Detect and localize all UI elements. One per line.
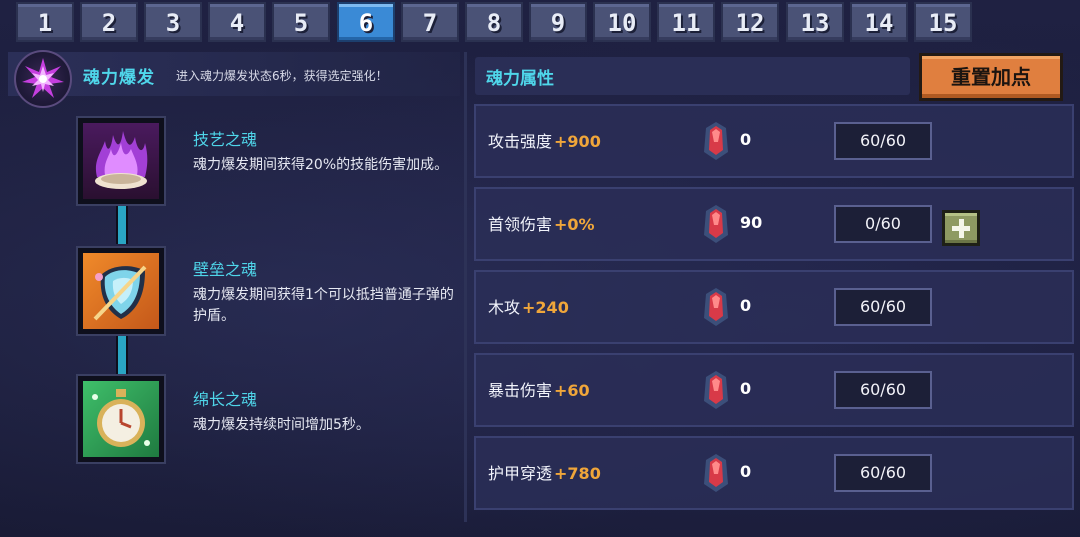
attribute-name: 攻击强度 [488,132,553,151]
attribute-label: 暴击伤害 +60 [488,377,590,401]
tab-12[interactable]: 12 [721,2,779,42]
skill-connector [116,336,128,374]
attribute-level: 60/60 [834,454,932,492]
soul-gem-icon [704,371,728,409]
soul-burst-icon [14,50,72,108]
soul-gem-icon [704,205,728,243]
tab-8[interactable]: 8 [465,2,523,42]
attribute-row: 木攻 +240 0 60/60 [474,270,1074,344]
soul-burst-description: 进入魂力爆发状态6秒，获得选定强化！ [176,69,388,83]
tab-15[interactable]: 15 [914,2,972,42]
attribute-name: 暴击伤害 [488,381,553,400]
tab-5[interactable]: 5 [272,2,330,42]
tab-4[interactable]: 4 [208,2,266,42]
attribute-label: 攻击强度 +900 [488,128,601,152]
attribute-name: 木攻 [488,298,521,317]
attribute-label: 木攻 +240 [488,294,569,318]
attribute-name: 护甲穿透 [488,464,553,483]
skill-name: 技艺之魂 [193,130,258,149]
reset-points-button[interactable]: 重置加点 [919,53,1063,101]
skill-name: 壁垒之魂 [193,260,258,279]
soul-gem-icon [704,122,728,160]
tab-14[interactable]: 14 [850,2,908,42]
attribute-bonus: +780 [554,464,601,483]
panel-divider [464,52,467,522]
tab-1[interactable]: 1 [16,2,74,42]
gem-count: 0 [740,130,752,149]
gem-count: 0 [740,296,752,315]
tab-11[interactable]: 11 [657,2,715,42]
attribute-row: 攻击强度 +900 0 60/60 [474,104,1074,178]
attribute-level: 60/60 [834,122,932,160]
attribute-row: 首领伤害 +0% 90 0/60 [474,187,1074,261]
purple-flame-icon[interactable] [78,118,164,204]
soul-gem-icon [704,454,728,492]
add-point-button[interactable] [942,210,980,246]
attribute-row: 暴击伤害 +60 0 60/60 [474,353,1074,427]
gem-count: 90 [740,213,763,232]
page-tabs: 1 2 3 4 5 6 7 8 9 10 11 12 13 14 15 [0,0,1080,44]
soul-gem-icon [704,288,728,326]
skill-description: 魂力爆发期间获得20%的技能伤害加成。 [193,157,449,173]
gem-count: 0 [740,379,752,398]
tab-3[interactable]: 3 [144,2,202,42]
attribute-label: 首领伤害 +0% [488,211,595,235]
soul-burst-title: 魂力爆发 [83,68,155,88]
skill-description: 魂力爆发持续时间增加5秒。 [193,417,370,433]
skill-name: 绵长之魂 [193,390,258,409]
attributes-title: 魂力属性 [486,69,554,89]
tab-2[interactable]: 2 [80,2,138,42]
shield-icon[interactable] [78,248,164,334]
tab-9[interactable]: 9 [529,2,587,42]
attribute-label: 护甲穿透 +780 [488,460,601,484]
gem-count: 0 [740,462,752,481]
attribute-bonus: +0% [554,215,595,234]
attribute-bonus: +240 [522,298,569,317]
attribute-level: 60/60 [834,371,932,409]
stopwatch-icon[interactable] [78,376,164,462]
skill-description: 魂力爆发期间获得1个可以抵挡普通子弹的护盾。 [193,287,454,324]
skill-connector [116,206,128,244]
tab-10[interactable]: 10 [593,2,651,42]
tab-7[interactable]: 7 [401,2,459,42]
attribute-bonus: +900 [554,132,601,151]
attribute-row: 护甲穿透 +780 0 60/60 [474,436,1074,510]
attribute-level: 0/60 [834,205,932,243]
attribute-bonus: +60 [554,381,590,400]
tab-13[interactable]: 13 [786,2,844,42]
tab-6[interactable]: 6 [337,2,395,42]
attribute-name: 首领伤害 [488,215,553,234]
attribute-level: 60/60 [834,288,932,326]
